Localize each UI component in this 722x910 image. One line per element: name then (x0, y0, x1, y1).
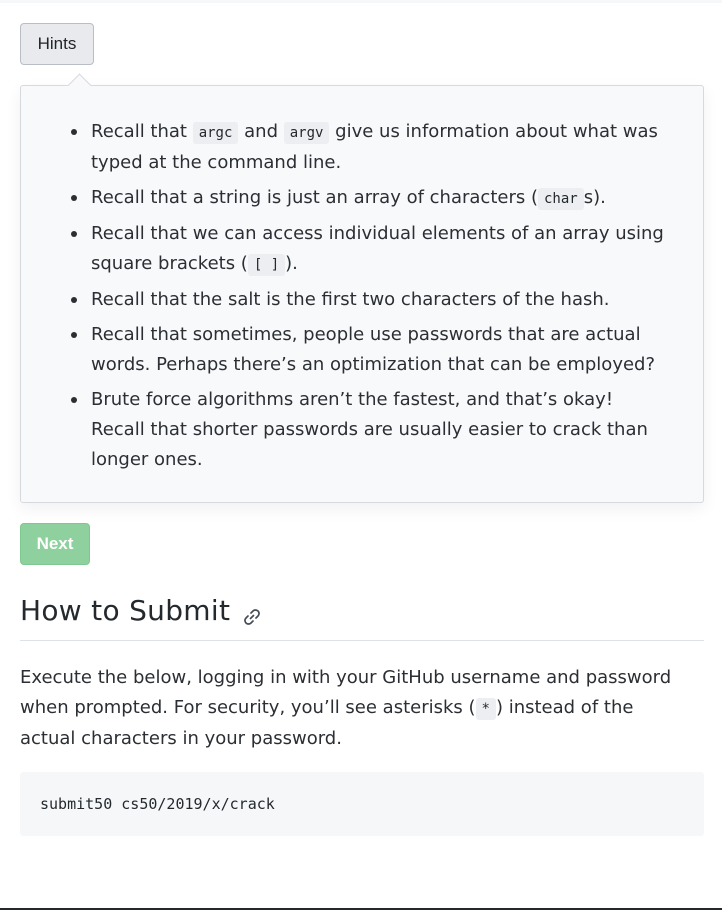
link-icon[interactable] (242, 601, 262, 625)
code-char: char (537, 188, 584, 210)
hint-item-string: Recall that a string is just an array of… (71, 183, 671, 214)
bullet (71, 129, 77, 135)
code-brackets: [ ] (247, 254, 286, 276)
bullet (71, 397, 77, 403)
hint-text: Recall that sometimes, people use passwo… (91, 324, 656, 375)
popover-arrow (67, 73, 92, 98)
section-heading: How to Submit (20, 594, 262, 627)
submit-command: submit50 cs50/2019/x/crack (40, 795, 275, 813)
hints-button[interactable]: Hints (20, 23, 94, 65)
hint-text: Brute force algorithms aren’t the fastes… (91, 389, 648, 470)
hint-item-words: Recall that sometimes, people use passwo… (71, 320, 671, 380)
submit-instructions: Execute the below, logging in with your … (20, 663, 690, 754)
hint-text: Recall that (91, 121, 193, 142)
code-asterisk: * (475, 698, 496, 720)
next-button[interactable]: Next (20, 523, 90, 565)
top-divider (0, 0, 722, 3)
bullet (71, 231, 77, 237)
bullet (71, 332, 77, 338)
section-divider (20, 640, 704, 641)
code-argc: argc (192, 122, 239, 144)
hint-item-brackets: Recall that we can access individual ele… (71, 219, 671, 280)
submit-command-block: submit50 cs50/2019/x/crack (20, 772, 704, 836)
hint-item-salt: Recall that the salt is the first two ch… (71, 285, 671, 315)
bullet (71, 195, 77, 201)
hint-item-argc-argv: Recall that argc and argv give us inform… (71, 117, 671, 178)
hint-text: Recall that we can access individual ele… (91, 223, 664, 274)
bullet (71, 297, 77, 303)
section-title: How to Submit (20, 594, 231, 627)
hint-item-brute-force: Brute force algorithms aren’t the fastes… (71, 385, 671, 475)
code-argv: argv (283, 122, 330, 144)
hint-text: Recall that a string is just an array of… (91, 187, 538, 208)
hint-text: s). (583, 187, 606, 208)
hints-list: Recall that argc and argv give us inform… (71, 117, 671, 480)
hint-text: and (238, 121, 284, 142)
hint-text: Recall that the salt is the first two ch… (91, 289, 610, 310)
hint-text: ). (285, 253, 298, 274)
